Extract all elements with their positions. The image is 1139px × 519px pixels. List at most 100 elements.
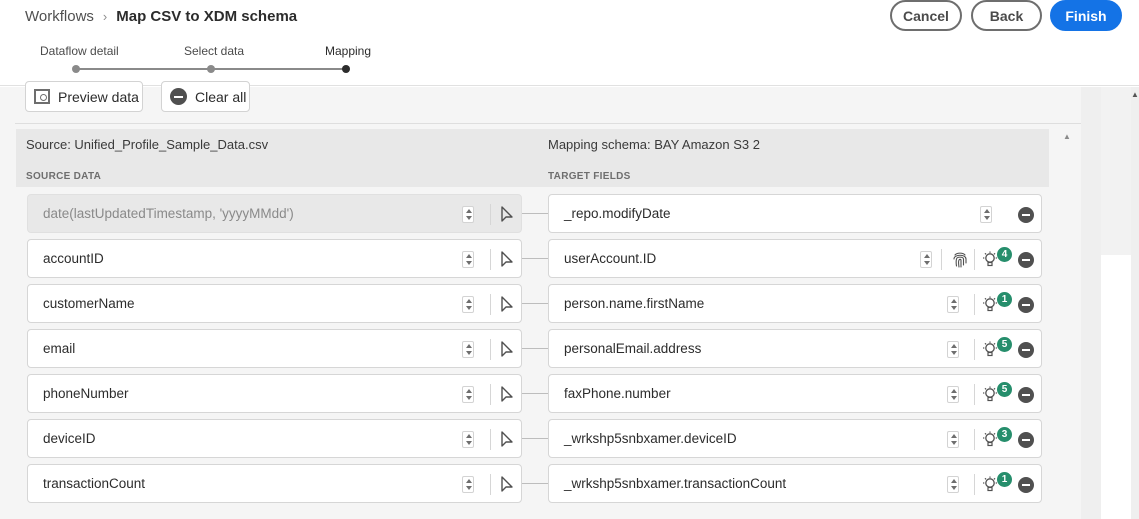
target-field[interactable]: _wrkshp5snbxamer.transactionCount 1 xyxy=(548,464,1042,503)
scrollbar-thumb[interactable] xyxy=(1101,255,1131,519)
source-field-value: email xyxy=(43,341,76,356)
page-title: Map CSV to XDM schema xyxy=(116,7,298,25)
source-stepper-icon[interactable] xyxy=(462,386,474,403)
target-field[interactable]: person.name.firstName 1 xyxy=(548,284,1042,323)
remove-mapping-icon[interactable] xyxy=(1018,252,1034,268)
target-field-value: person.name.firstName xyxy=(564,296,705,311)
remove-mapping-icon[interactable] xyxy=(1018,207,1034,223)
target-stepper-icon[interactable] xyxy=(947,386,959,403)
target-title: Mapping schema: BAY Amazon S3 2 xyxy=(548,137,760,152)
source-field-value: accountID xyxy=(43,251,104,266)
divider xyxy=(974,429,975,450)
source-field[interactable]: deviceID xyxy=(27,419,522,458)
step-mapping: Mapping xyxy=(325,44,372,58)
source-field[interactable]: accountID xyxy=(27,239,522,278)
suggestion-count-badge: 4 xyxy=(997,247,1012,262)
source-field[interactable]: customerName xyxy=(27,284,522,323)
mapping-connector xyxy=(522,393,548,394)
remove-mapping-icon[interactable] xyxy=(1018,432,1034,448)
target-stepper-icon[interactable] xyxy=(947,476,959,493)
step-dot-current xyxy=(342,65,350,73)
remove-circle-icon xyxy=(170,88,187,105)
source-field[interactable]: phoneNumber xyxy=(27,374,522,413)
divider xyxy=(490,474,491,495)
remove-mapping-icon[interactable] xyxy=(1018,477,1034,493)
step-select-data: Select data xyxy=(184,44,245,58)
mapping-connector xyxy=(522,213,548,214)
source-field-value: date(lastUpdatedTimestamp, 'yyyyMMdd') xyxy=(43,206,294,221)
mapping-row: deviceID _wrkshp5snbxamer.deviceID 3 xyxy=(0,419,1081,459)
mapping-row: phoneNumber faxPhone.number 5 xyxy=(0,374,1081,414)
remove-mapping-icon[interactable] xyxy=(1018,342,1034,358)
suggestion-count-badge: 3 xyxy=(997,427,1012,442)
source-field-value: deviceID xyxy=(43,431,96,446)
target-field[interactable]: userAccount.ID 4 xyxy=(548,239,1042,278)
mapping-row: customerName person.name.firstName 1 xyxy=(0,284,1081,324)
suggestion-count-badge: 5 xyxy=(997,382,1012,397)
preview-icon xyxy=(34,89,50,104)
select-source-cursor-icon[interactable] xyxy=(500,296,514,313)
source-stepper-icon[interactable] xyxy=(462,431,474,448)
source-field-value: customerName xyxy=(43,296,135,311)
select-source-cursor-icon[interactable] xyxy=(500,386,514,403)
step-progress: Dataflow detail Select data Mapping xyxy=(30,44,390,74)
target-field[interactable]: personalEmail.address 5 xyxy=(548,329,1042,368)
mapping-row: accountID userAccount.ID 4 xyxy=(0,239,1081,279)
suggestion-count-badge: 5 xyxy=(997,337,1012,352)
divider xyxy=(490,429,491,450)
target-stepper-icon[interactable] xyxy=(980,206,992,223)
mapping-connector xyxy=(522,483,548,484)
panel-scroll-up-icon[interactable]: ▲ xyxy=(1063,132,1071,141)
clear-all-label: Clear all xyxy=(195,88,247,105)
breadcrumb-workflows-link[interactable]: Workflows xyxy=(25,8,94,25)
preview-data-button[interactable]: Preview data xyxy=(25,81,143,112)
source-stepper-icon[interactable] xyxy=(462,206,474,223)
mapping-connector xyxy=(522,348,548,349)
target-field[interactable]: _repo.modifyDate xyxy=(548,194,1042,233)
divider xyxy=(974,249,975,270)
source-stepper-icon[interactable] xyxy=(462,476,474,493)
target-field-value: userAccount.ID xyxy=(564,251,657,266)
remove-mapping-icon[interactable] xyxy=(1018,387,1034,403)
target-stepper-icon[interactable] xyxy=(947,296,959,313)
remove-mapping-icon[interactable] xyxy=(1018,297,1034,313)
target-stepper-icon[interactable] xyxy=(920,251,932,268)
divider xyxy=(490,339,491,360)
source-stepper-icon[interactable] xyxy=(462,296,474,313)
target-stepper-icon[interactable] xyxy=(947,341,959,358)
source-field-value: phoneNumber xyxy=(43,386,129,401)
step-dataflow-detail: Dataflow detail xyxy=(40,44,119,58)
clear-all-button[interactable]: Clear all xyxy=(161,81,250,112)
divider xyxy=(490,294,491,315)
target-field-value: _wrkshp5snbxamer.transactionCount xyxy=(564,476,787,491)
mapping-row: transactionCount _wrkshp5snbxamer.transa… xyxy=(0,464,1081,504)
source-field[interactable]: email xyxy=(27,329,522,368)
select-source-cursor-icon[interactable] xyxy=(500,341,514,358)
divider xyxy=(974,294,975,315)
target-field[interactable]: _wrkshp5snbxamer.deviceID 3 xyxy=(548,419,1042,458)
select-source-cursor-icon[interactable] xyxy=(500,431,514,448)
source-field-value: transactionCount xyxy=(43,476,146,491)
suggestion-count-badge: 1 xyxy=(997,472,1012,487)
back-button[interactable]: Back xyxy=(971,0,1042,31)
breadcrumb: Workflows › Map CSV to XDM schema xyxy=(25,7,297,25)
target-field[interactable]: faxPhone.number 5 xyxy=(548,374,1042,413)
breadcrumb-separator: › xyxy=(102,8,108,24)
source-field[interactable]: date(lastUpdatedTimestamp, 'yyyyMMdd') xyxy=(27,194,522,233)
select-source-cursor-icon[interactable] xyxy=(500,251,514,268)
divider xyxy=(490,204,491,225)
target-stepper-icon[interactable] xyxy=(947,431,959,448)
divider xyxy=(974,339,975,360)
mapping-connector xyxy=(522,258,548,259)
scroll-up-arrow-icon[interactable]: ▲ xyxy=(1131,90,1139,99)
source-field[interactable]: transactionCount xyxy=(27,464,522,503)
cancel-button[interactable]: Cancel xyxy=(890,0,962,31)
source-title: Source: Unified_Profile_Sample_Data.csv xyxy=(26,137,269,152)
select-source-cursor-icon[interactable] xyxy=(500,206,514,223)
finish-button[interactable]: Finish xyxy=(1050,0,1122,31)
select-source-cursor-icon[interactable] xyxy=(500,476,514,493)
fingerprint-identity-icon[interactable] xyxy=(952,251,968,269)
source-stepper-icon[interactable] xyxy=(462,341,474,358)
source-stepper-icon[interactable] xyxy=(462,251,474,268)
source-column-header: SOURCE DATA xyxy=(26,171,102,182)
